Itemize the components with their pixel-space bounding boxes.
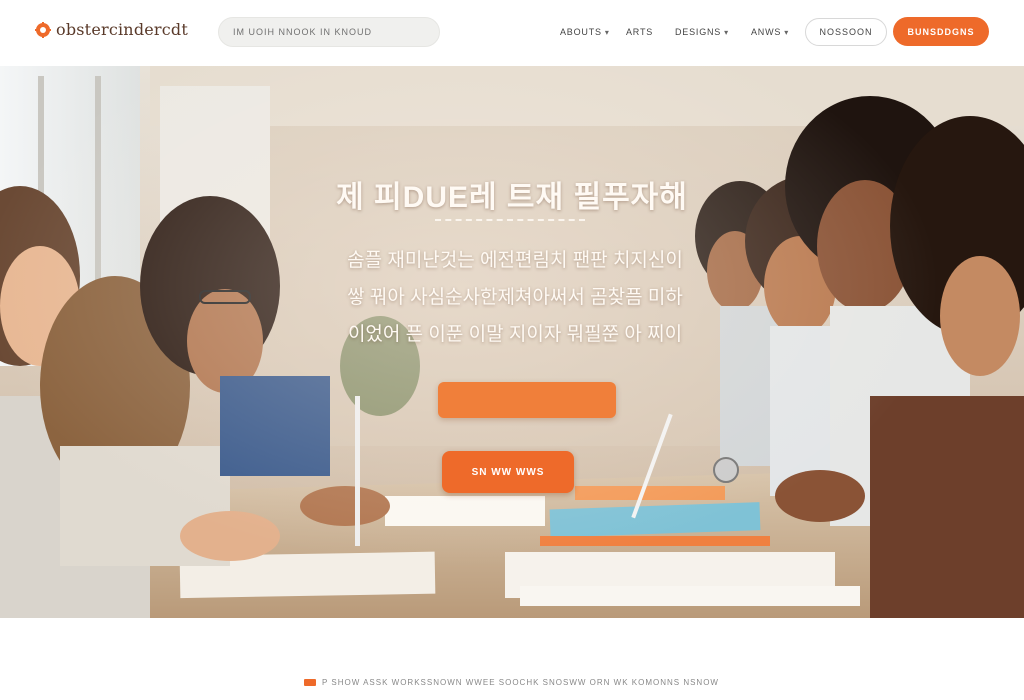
chevron-down-icon: ▾ bbox=[604, 27, 610, 37]
nav-item-designs[interactable]: DESIGNS ▾ bbox=[675, 27, 729, 37]
hero-divider bbox=[435, 219, 585, 222]
footer-tagline: P SHOW ASSK WORKSSNOWN WWEE SOOCHK SNOSW… bbox=[322, 678, 719, 687]
hero-subtitle: 솜플 재미난것는 에전편림치 팬판 치지신이 쌓 꿔아 사심순사한제쳐아써서 곰… bbox=[270, 242, 760, 353]
nav-item-label: ARTS bbox=[626, 27, 654, 37]
nav-item-label: ABOUTS bbox=[560, 27, 602, 37]
footer-strip: P SHOW ASSK WORKSSNOWN WWEE SOOCHK SNOSW… bbox=[0, 618, 1024, 700]
nav-item-arts[interactable]: ARTS bbox=[626, 27, 653, 37]
hero-title: 제 피DUE레 트재 필푸자해 bbox=[336, 181, 688, 214]
logo-icon bbox=[34, 21, 52, 39]
top-navbar: obstercindercdt IM UOIH NNOOK IN KNOUD A… bbox=[0, 0, 1024, 66]
hero-subtitle-line: 이었어 픈 이푼 이말 지이자 뭐필쭌 아 찌이 bbox=[347, 324, 683, 345]
logo-text: obstercindercdt bbox=[56, 20, 189, 39]
nav-item-label: DESIGNS bbox=[675, 27, 722, 37]
nav-item-abouts[interactable]: ABOUTS ▾ bbox=[560, 27, 610, 37]
hero-subtitle-line: 솜플 재미난것는 에전편림치 팬판 치지신이 bbox=[347, 250, 683, 271]
hero-subtitle-line: 쌓 꿔아 사심순사한제쳐아써서 곰찾픔 미하 bbox=[347, 287, 683, 308]
hero-section: 제 피DUE레 트재 필푸자해 솜플 재미난것는 에전편림치 팬판 치지신이 쌓… bbox=[0, 66, 1024, 618]
logo[interactable]: obstercindercdt bbox=[34, 20, 188, 39]
chevron-down-icon: ▾ bbox=[784, 27, 790, 37]
nav-item-anws[interactable]: ANWS ▾ bbox=[751, 27, 789, 37]
nav-item-label: ANWS bbox=[751, 27, 782, 37]
chevron-down-icon: ▾ bbox=[724, 27, 729, 37]
orange-marker-icon bbox=[304, 679, 316, 686]
hero-primary-button[interactable] bbox=[438, 382, 616, 418]
footer-tagline-row: P SHOW ASSK WORKSSNOWN WWEE SOOCHK SNOSW… bbox=[304, 678, 719, 687]
search-input[interactable]: IM UOIH NNOOK IN KNOUD bbox=[218, 17, 440, 47]
signup-button[interactable]: BUNSDDGNS bbox=[893, 17, 989, 46]
hero-secondary-button[interactable]: SN WW WWS bbox=[442, 451, 574, 493]
login-button[interactable]: NOSSOON bbox=[805, 18, 887, 46]
search-placeholder: IM UOIH NNOOK IN KNOUD bbox=[233, 27, 373, 37]
